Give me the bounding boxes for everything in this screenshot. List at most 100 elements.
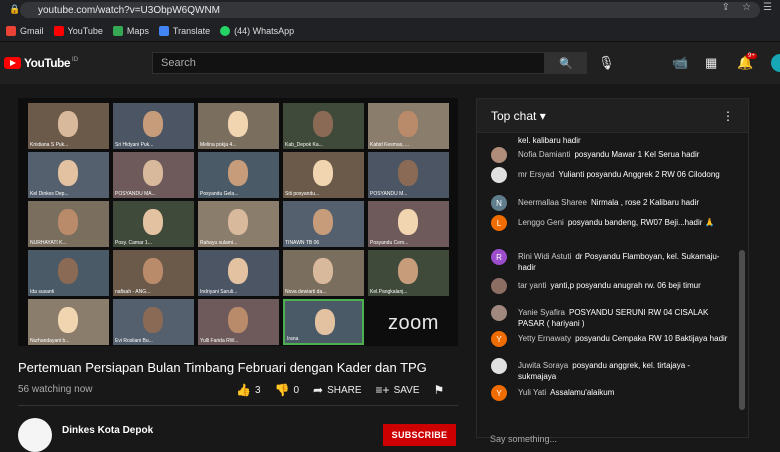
chat-input-placeholder[interactable]: Say something... <box>490 434 557 444</box>
participant-name: Sri Hidyani Puk... <box>115 142 154 148</box>
participant-name: Nova dewiarti da... <box>285 289 327 295</box>
channel-avatar[interactable] <box>18 418 52 452</box>
participant-tile: Siti posyandu... <box>283 152 364 198</box>
notification-badge: 9+ <box>746 53 757 59</box>
video-player[interactable]: Kristiana S Puk... Sri Hidyani Puk... Meli… <box>18 98 458 346</box>
participant-tile: Posyandu Gela... <box>198 152 279 198</box>
chat-author-avatar[interactable]: L <box>491 215 507 231</box>
chat-author-name[interactable]: Lenggo Geni <box>518 218 564 227</box>
participant-video <box>313 258 333 284</box>
participant-video <box>228 258 248 284</box>
browser-actions: ⇪ ☆ ☰ <box>722 2 772 13</box>
participant-name: Ida susanti <box>30 289 55 295</box>
chat-author-name[interactable]: Yanie Syafira <box>518 308 565 317</box>
participant-tile: Indriyani Saruli... <box>198 250 279 296</box>
participant-tile: POSYANDU M... <box>368 152 449 198</box>
participant-video <box>58 209 78 235</box>
view-count: 56 watching now <box>18 384 93 395</box>
participant-tile: nafisah - ANG... <box>113 250 194 296</box>
channel-name[interactable]: Dinkes Kota Depok <box>62 425 153 436</box>
chat-author-name[interactable]: Juwita Soraya <box>518 361 568 370</box>
participant-video <box>143 307 163 333</box>
share-page-icon[interactable]: ⇪ <box>722 2 730 13</box>
participant-tile: Kel Dinkes Dep... <box>28 152 109 198</box>
chat-author-avatar[interactable]: R <box>491 249 507 265</box>
participant-name: Yulli Farida RW... <box>200 338 239 344</box>
chat-message-text: posyandu Cempaka RW 10 Baktijaya hadir <box>575 334 728 343</box>
chat-header: Top chat ▾ ⋮ <box>477 99 748 133</box>
participant-video <box>398 209 418 235</box>
chat-author-avatar[interactable] <box>491 278 507 294</box>
create-video-icon[interactable]: 📹 <box>672 55 688 71</box>
chat-author-name[interactable]: mr Ersyad <box>518 170 554 179</box>
participant-video <box>58 258 78 284</box>
chat-author-name[interactable]: Yetty Ernawaty <box>518 334 571 343</box>
video-actions: 👍 3 👎 0 ➦ SHARE ≡+ SAVE ⚑ <box>236 383 444 397</box>
chat-author-name[interactable]: Yuli Yati <box>518 388 546 397</box>
chat-author-name[interactable]: Neermallaa Sharee <box>518 198 587 207</box>
chat-author-avatar[interactable] <box>491 305 507 321</box>
participant-video <box>228 160 248 186</box>
subscribe-button[interactable]: SUBSCRIBE <box>383 424 456 446</box>
chat-author-name[interactable]: tar yanti <box>518 281 546 290</box>
participant-tile: Kab_Depok Ka... <box>283 103 364 149</box>
bookmark-maps[interactable]: Maps <box>112 25 149 36</box>
dislike-button[interactable]: 👎 0 <box>275 383 300 397</box>
lock-icon: 🔒 <box>9 4 21 14</box>
url-text: youtube.com/watch?v=U3ObpW6QWNM <box>38 4 221 16</box>
report-button[interactable]: ⚑ <box>434 383 445 397</box>
chat-author-avatar[interactable] <box>491 358 507 374</box>
search-button[interactable]: 🔍 <box>545 52 587 74</box>
bookmark-gmail[interactable]: Gmail <box>6 25 44 36</box>
account-avatar[interactable] <box>771 54 780 72</box>
participant-video <box>143 209 163 235</box>
bookmark-translate[interactable]: Translate <box>158 25 210 36</box>
save-playlist-icon: ≡+ <box>375 383 390 397</box>
participant-name: POSYANDU M... <box>370 191 408 197</box>
chat-author-avatar[interactable] <box>491 147 507 163</box>
participant-tile: Kel.Pangkalanj... <box>368 250 449 296</box>
bookmark-youtube[interactable]: YouTube <box>53 25 103 36</box>
chat-author-avatar[interactable]: Y <box>491 385 507 401</box>
share-button[interactable]: ➦ SHARE <box>313 383 362 397</box>
chat-author-name[interactable]: Nofia Damianti <box>518 150 570 159</box>
chat-scrollbar[interactable] <box>739 250 745 410</box>
microphone-icon[interactable]: 🎙 <box>598 55 615 71</box>
bookmark-star-icon[interactable]: ☆ <box>742 2 751 13</box>
flag-icon: ⚑ <box>433 383 445 397</box>
search-input[interactable]: Search <box>152 52 545 74</box>
participant-tile: Ida susanti <box>28 250 109 296</box>
participant-tile: Kristiana S Puk... <box>28 103 109 149</box>
divider <box>18 405 458 406</box>
gmail-icon <box>6 25 16 36</box>
participant-video <box>313 160 333 186</box>
menu-icon[interactable]: ☰ <box>763 2 772 13</box>
participant-name: Kab_Depok Ka... <box>285 142 323 148</box>
youtube-icon <box>53 25 64 36</box>
save-button[interactable]: ≡+ SAVE <box>376 383 420 397</box>
thumbs-up-icon: 👍 <box>236 383 251 397</box>
participant-video <box>398 111 418 137</box>
participant-video <box>315 309 335 335</box>
thumbs-down-icon: 👎 <box>274 383 290 397</box>
chat-filter-dropdown[interactable]: Top chat ▾ <box>491 109 546 123</box>
chat-author-avatar[interactable]: N <box>491 195 507 211</box>
chat-author-avatar[interactable]: Y <box>491 331 507 347</box>
participant-name: TINAWN TB 06 <box>285 240 320 246</box>
chat-message-text: kel. kalibaru hadir <box>518 136 581 145</box>
participant-tile: Irana <box>283 299 364 345</box>
chat-message-text: Nirmala , rose 2 Kalibaru hadir <box>590 198 699 207</box>
address-bar[interactable]: youtube.com/watch?v=U3ObpW6QWNM <box>20 2 760 18</box>
chat-author-avatar[interactable] <box>491 167 507 183</box>
participant-video <box>228 111 248 137</box>
chat-author-name[interactable]: Rini Widi Astuti <box>518 252 571 261</box>
youtube-logo[interactable]: YouTube ID <box>4 56 78 70</box>
like-button[interactable]: 👍 3 <box>236 383 261 397</box>
whatsapp-icon <box>220 25 231 36</box>
participant-tile: TINAWN TB 06 <box>283 201 364 247</box>
apps-grid-icon[interactable]: ▦ <box>705 55 717 71</box>
more-options-icon[interactable]: ⋮ <box>722 109 734 123</box>
bookmark-whatsapp[interactable]: (44) WhatsApp <box>220 25 294 36</box>
participant-tile: Sri Hidyani Puk... <box>113 103 194 149</box>
participant-name: Irana <box>287 336 299 342</box>
